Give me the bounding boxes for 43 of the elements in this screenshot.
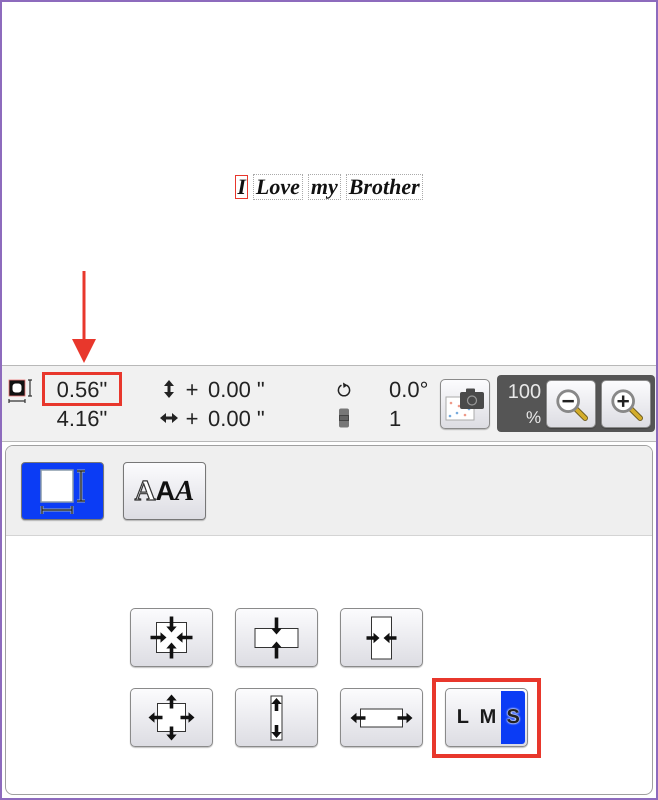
enlarge-all-button[interactable] xyxy=(130,688,213,747)
shrink-all-button[interactable] xyxy=(130,608,213,667)
thread-count-value: 1 xyxy=(389,404,402,432)
zoom-in-icon xyxy=(609,386,644,420)
vertical-arrows-icon xyxy=(164,380,174,398)
camera-photo-icon xyxy=(445,386,485,420)
vertical-offset-value: 0.00 " xyxy=(208,376,265,404)
rotation-value: 0.0° xyxy=(389,376,428,404)
enlarge-width-button[interactable] xyxy=(340,688,423,747)
zoom-value: 100 xyxy=(508,380,542,404)
shrink-width-icon xyxy=(366,616,397,660)
size-option: L xyxy=(451,691,475,744)
enlarge-height-button[interactable] xyxy=(235,688,318,747)
shrink-height-button[interactable] xyxy=(235,608,318,667)
thread-spool-icon xyxy=(338,408,350,428)
zoom-in-button[interactable] xyxy=(601,380,651,428)
enlarge-arrows-icon xyxy=(148,694,195,741)
preview-button[interactable] xyxy=(440,378,490,428)
horizontal-sign: + xyxy=(186,404,198,432)
vertical-sign: + xyxy=(186,376,198,404)
horizontal-arrows-icon xyxy=(160,413,178,423)
pattern-word: Brother xyxy=(346,174,423,200)
size-tab[interactable] xyxy=(21,462,104,520)
shrink-width-button[interactable] xyxy=(340,608,423,667)
enlarge-width-icon xyxy=(350,708,413,728)
font-tab[interactable]: AAA xyxy=(123,462,206,520)
width-value: 4.16" xyxy=(56,404,108,432)
pattern-word: my xyxy=(308,174,341,200)
pattern-word: I xyxy=(235,174,248,198)
shrink-arrows-icon xyxy=(150,616,193,659)
height-value: 0.56" xyxy=(56,376,108,404)
zoom-out-button[interactable] xyxy=(546,380,596,428)
size-preset-button[interactable]: L M S xyxy=(445,688,528,747)
zoom-out-icon xyxy=(554,386,588,420)
size-option: M xyxy=(474,691,502,744)
pattern-word: Love xyxy=(252,174,303,200)
resize-frame-icon xyxy=(38,467,88,515)
rotate-icon xyxy=(337,381,351,397)
horizontal-offset-value: 0.00 " xyxy=(208,404,265,432)
size-option: S xyxy=(501,691,526,744)
enlarge-height-icon xyxy=(270,694,283,740)
shrink-height-icon xyxy=(254,616,299,658)
zoom-unit: % xyxy=(526,408,542,428)
